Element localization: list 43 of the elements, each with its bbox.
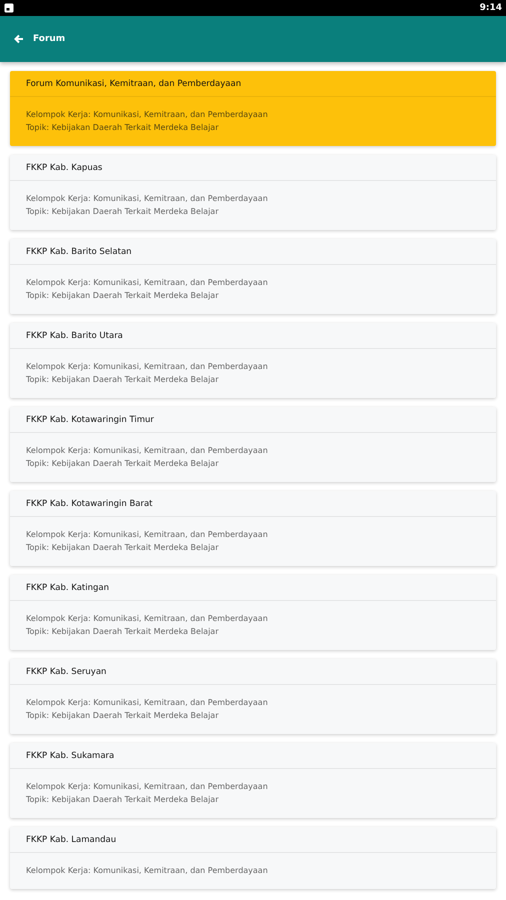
forum-detail: Topik: Kebijakan Daerah Terkait Merdeka Belajar bbox=[26, 458, 220, 470]
forum-card[interactable]: FKKP Kab. Barito Selatan Kelompok Kerja: Komunikasi, Kemitraan, dan Pemberdayaan Topik: Kebijakan Daerah Terkait Merdeka Belajar bbox=[10, 239, 496, 314]
forum-title: FKKP Kab. Katingan bbox=[10, 575, 496, 601]
forum-title: FKKP Kab. Lamandau bbox=[10, 827, 496, 853]
forum-detail: Topik: Kebijakan Daerah Terkait Merdeka Belajar bbox=[26, 206, 220, 218]
forum-detail: Topik: Kebijakan Daerah Terkait Merdeka Belajar bbox=[26, 374, 220, 386]
forum-title: FKKP Kab. Barito Selatan bbox=[10, 239, 496, 265]
forum-card[interactable]: FKKP Kab. Kotawaringin Barat Kelompok Kerja: Komunikasi, Kemitraan, dan Pemberdayaan Topik: Kebijakan Daerah Terkait Merdeka Belajar bbox=[10, 491, 496, 566]
forum-detail: Kelompok Kerja: Komunikasi, Kemitraan, dan Pemberdayaan bbox=[26, 277, 269, 289]
forum-detail: Kelompok Kerja: Komunikasi, Kemitraan, dan Pemberdayaan bbox=[26, 781, 269, 793]
status-time: 9:14 bbox=[480, 3, 502, 13]
forum-title: FKKP Kab. Kotawaringin Timur bbox=[10, 407, 496, 433]
app-bar-title: Forum bbox=[33, 34, 66, 44]
forum-detail: Kelompok Kerja: Komunikasi, Kemitraan, dan Pemberdayaan bbox=[26, 193, 269, 205]
forum-title: Forum Komunikasi, Kemitraan, dan Pemberdayaan bbox=[10, 71, 496, 97]
forum-detail: Topik: Kebijakan Daerah Terkait Merdeka Belajar bbox=[26, 542, 220, 554]
forum-title: FKKP Kab. Seruyan bbox=[10, 659, 496, 685]
forum-detail: Topik: Kebijakan Daerah Terkait Merdeka Belajar bbox=[26, 626, 220, 638]
forum-detail: Topik: Kebijakan Daerah Terkait Merdeka Belajar bbox=[26, 710, 220, 722]
forum-detail: Kelompok Kerja: Komunikasi, Kemitraan, dan Pemberdayaan bbox=[26, 865, 269, 877]
forum-detail: Kelompok Kerja: Komunikasi, Kemitraan, dan Pemberdayaan bbox=[26, 529, 269, 541]
forum-title: FKKP Kab. Barito Utara bbox=[10, 323, 496, 349]
forum-detail: Kelompok Kerja: Komunikasi, Kemitraan, dan Pemberdayaan bbox=[26, 109, 269, 121]
forum-title: FKKP Kab. Kapuas bbox=[10, 155, 496, 181]
forum-title: FKKP Kab. Kotawaringin Barat bbox=[10, 491, 496, 517]
forum-detail: Kelompok Kerja: Komunikasi, Kemitraan, dan Pemberdayaan bbox=[26, 445, 269, 457]
forum-card[interactable]: FKKP Kab. Seruyan Kelompok Kerja: Komunikasi, Kemitraan, dan Pemberdayaan Topik: Kebijakan Daerah Terkait Merdeka Belajar bbox=[10, 659, 496, 734]
forum-detail: Topik: Kebijakan Daerah Terkait Merdeka Belajar bbox=[26, 290, 220, 302]
notification-icon bbox=[4, 3, 14, 13]
forum-detail: Kelompok Kerja: Komunikasi, Kemitraan, dan Pemberdayaan bbox=[26, 361, 269, 373]
forum-detail: Kelompok Kerja: Komunikasi, Kemitraan, dan Pemberdayaan bbox=[26, 697, 269, 709]
forum-card[interactable]: FKKP Kab. Lamandau Kelompok Kerja: Komunikasi, Kemitraan, dan Pemberdayaan bbox=[10, 827, 496, 889]
forum-detail: Kelompok Kerja: Komunikasi, Kemitraan, dan Pemberdayaan bbox=[26, 613, 269, 625]
back-icon[interactable] bbox=[14, 34, 24, 44]
forum-title: FKKP Kab. Sukamara bbox=[10, 743, 496, 769]
forum-detail: Topik: Kebijakan Daerah Terkait Merdeka Belajar bbox=[26, 794, 220, 806]
forum-card[interactable]: FKKP Kab. Katingan Kelompok Kerja: Komunikasi, Kemitraan, dan Pemberdayaan Topik: Kebijakan Daerah Terkait Merdeka Belajar bbox=[10, 575, 496, 650]
forum-card[interactable]: Forum Komunikasi, Kemitraan, dan Pemberdayaan Kelompok Kerja: Komunikasi, Kemitraan, dan Pemberdayaan Topik: Kebijakan Daerah Terkait Merdeka Belajar bbox=[10, 71, 496, 146]
forum-card[interactable]: FKKP Kab. Barito Utara Kelompok Kerja: Komunikasi, Kemitraan, dan Pemberdayaan Topik: Kebijakan Daerah Terkait Merdeka Belajar bbox=[10, 323, 496, 398]
forum-detail: Topik: Kebijakan Daerah Terkait Merdeka Belajar bbox=[26, 122, 220, 134]
forum-card[interactable]: FKKP Kab. Kapuas Kelompok Kerja: Komunikasi, Kemitraan, dan Pemberdayaan Topik: Kebijakan Daerah Terkait Merdeka Belajar bbox=[10, 155, 496, 230]
forum-card[interactable]: FKKP Kab. Kotawaringin Timur Kelompok Kerja: Komunikasi, Kemitraan, dan Pemberdayaan Topik: Kebijakan Daerah Terkait Merdeka Belajar bbox=[10, 407, 496, 482]
forum-card[interactable]: FKKP Kab. Sukamara Kelompok Kerja: Komunikasi, Kemitraan, dan Pemberdayaan Topik: Kebijakan Daerah Terkait Merdeka Belajar bbox=[10, 743, 496, 818]
